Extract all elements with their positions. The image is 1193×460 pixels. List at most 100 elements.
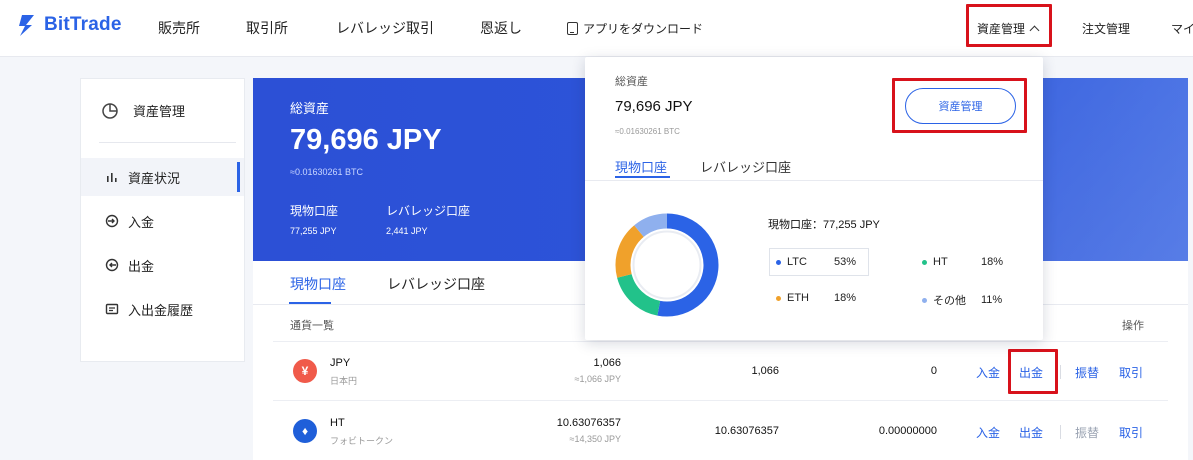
legend-percent: 53% [834, 256, 857, 268]
active-tab-indicator [289, 302, 331, 304]
nav-orders[interactable]: 注文管理 [1082, 20, 1130, 37]
coin-symbol: HT [330, 417, 345, 429]
dropdown-total-assets-amount: 79,696 JPY [615, 98, 693, 115]
deposit-link[interactable]: 入金 [976, 424, 1000, 441]
coin-total-jpy: ≈14,350 JPY [569, 434, 621, 444]
sidebar-item-deposit[interactable]: 入金 [81, 202, 244, 240]
sidebar-item-asset-status[interactable]: 資産状況 [81, 158, 244, 196]
leverage-account-value: 2,441 JPY [386, 226, 428, 236]
transfer-link[interactable]: 振替 [1075, 364, 1099, 381]
coin-total-jpy: ≈1,066 JPY [574, 374, 621, 384]
legend-label: ETH [787, 292, 809, 304]
dropdown-total-assets-btc: ≈0.01630261 BTC [615, 127, 680, 136]
trade-link[interactable]: 取引 [1119, 364, 1143, 381]
row-divider [273, 400, 1168, 401]
tab-spot-account[interactable]: 現物口座 [290, 274, 346, 294]
bar-chart-icon [107, 173, 117, 182]
nav-asset-management[interactable]: 資産管理 [977, 20, 1040, 37]
yen-icon: ¥ [293, 359, 317, 383]
total-assets-title: 総資産 [290, 101, 330, 116]
sidebar-divider [99, 142, 236, 143]
dropdown-tab-leverage[interactable]: レバレッジ口座 [700, 157, 791, 176]
legend-percent: 11% [981, 294, 1003, 306]
coin-frozen: 0.00000000 [878, 425, 937, 437]
legend-percent: 18% [834, 292, 857, 304]
row-divider [273, 341, 1168, 342]
sidebar: 資産管理 資産状況 入金 出金 入出金履歴 [80, 78, 245, 362]
asset-allocation-donut [615, 213, 719, 317]
legend-percent: 18% [981, 256, 1004, 268]
nav-app-download-label: アプリをダウンロード [583, 22, 704, 36]
coin-available: 10.63076357 [714, 425, 779, 437]
transfer-link[interactable]: 振替 [1075, 424, 1099, 441]
legend-label: HT [933, 256, 948, 268]
legend-label: その他 [933, 295, 966, 307]
trade-link[interactable]: 取引 [1119, 424, 1143, 441]
bittrade-logo-icon [19, 15, 34, 36]
coin-frozen: 0 [930, 365, 937, 377]
coin-total: 10.63076357 [556, 417, 621, 429]
nav-rewards[interactable]: 恩返し [480, 18, 522, 38]
asset-management-dropdown: 総資産 79,696 JPY ≈0.01630261 BTC 資産管理 現物口座… [585, 57, 1043, 340]
nav-asset-management-label: 資産管理 [977, 22, 1026, 36]
coin-name: 日本円 [330, 376, 358, 386]
dropdown-active-tab-indicator [615, 176, 670, 178]
legend-label: LTC [787, 256, 807, 268]
coin-name: フォビトークン [330, 436, 394, 446]
legend-item-ltc: LTC 53% [776, 256, 856, 268]
withdraw-link[interactable]: 出金 [1019, 364, 1043, 381]
dropdown-total-assets-title: 総資産 [615, 76, 648, 88]
banner-decoration [1038, 78, 1188, 261]
dropdown-tab-spot[interactable]: 現物口座 [615, 157, 667, 176]
deposit-link[interactable]: 入金 [976, 364, 1000, 381]
history-icon [105, 303, 119, 315]
phone-icon [567, 22, 578, 35]
action-divider [1060, 425, 1061, 439]
donut-slice-ht [617, 273, 661, 316]
chevron-up-icon [1029, 25, 1040, 36]
withdraw-link[interactable]: 出金 [1019, 424, 1043, 441]
sidebar-item-label: 出金 [128, 258, 155, 274]
coin-total: 1,066 [593, 357, 621, 369]
bittrade-logo[interactable]: BitTrade [14, 12, 122, 38]
donut-slice-その他 [634, 213, 668, 238]
nav-app-download[interactable]: アプリをダウンロード [567, 20, 703, 37]
donut-inner-ring [632, 230, 702, 300]
sidebar-item-label: 資産状況 [128, 170, 181, 186]
sidebar-item-history[interactable]: 入出金履歴 [81, 290, 244, 328]
leverage-account-label: レバレッジ口座 [386, 204, 471, 218]
brand-name: BitTrade [44, 14, 122, 35]
sidebar-item-withdraw[interactable]: 出金 [81, 246, 244, 284]
ht-flame-icon: ♦ [293, 419, 317, 443]
legend-dot [776, 259, 781, 265]
total-assets-amount: 79,696 JPY [290, 124, 442, 156]
sidebar-header: 資産管理 [101, 101, 185, 120]
withdraw-icon [105, 258, 119, 272]
deposit-icon [105, 214, 119, 228]
legend-item-eth: ETH 18% [776, 292, 856, 304]
legend-item-other: その他 11% [922, 292, 1002, 308]
currency-list-label: 通貨一覧 [290, 320, 334, 332]
action-divider [1060, 365, 1061, 379]
sidebar-item-label: 入金 [128, 214, 155, 230]
nav-exchange[interactable]: 取引所 [246, 18, 288, 38]
top-navigation-bar: BitTrade 販売所 取引所 レバレッジ取引 恩返し アプリをダウンロード … [0, 0, 1193, 57]
legend-item-ht: HT 18% [922, 256, 1003, 268]
operations-label: 操作 [1122, 320, 1144, 332]
asset-management-button[interactable]: 資産管理 [905, 88, 1016, 124]
dropdown-spot-total: 現物口座：77,255 JPY [768, 219, 880, 231]
donut-slice-ltc [657, 213, 719, 317]
nav-mypage[interactable]: マイ [1171, 20, 1193, 37]
nav-leverage[interactable]: レバレッジ取引 [336, 18, 434, 38]
total-assets-btc: ≈0.01630261 BTC [290, 167, 363, 177]
legend-dot [776, 295, 781, 301]
sidebar-item-label: 入出金履歴 [128, 302, 194, 318]
coin-symbol: JPY [330, 357, 351, 369]
legend-dot [922, 259, 927, 265]
nav-sales[interactable]: 販売所 [158, 18, 200, 38]
sidebar-header-label: 資産管理 [133, 104, 186, 119]
legend-dot [922, 297, 927, 303]
tab-leverage-account[interactable]: レバレッジ口座 [387, 274, 485, 294]
spot-account-value: 77,255 JPY [290, 226, 337, 236]
dropdown-divider [585, 180, 1043, 181]
